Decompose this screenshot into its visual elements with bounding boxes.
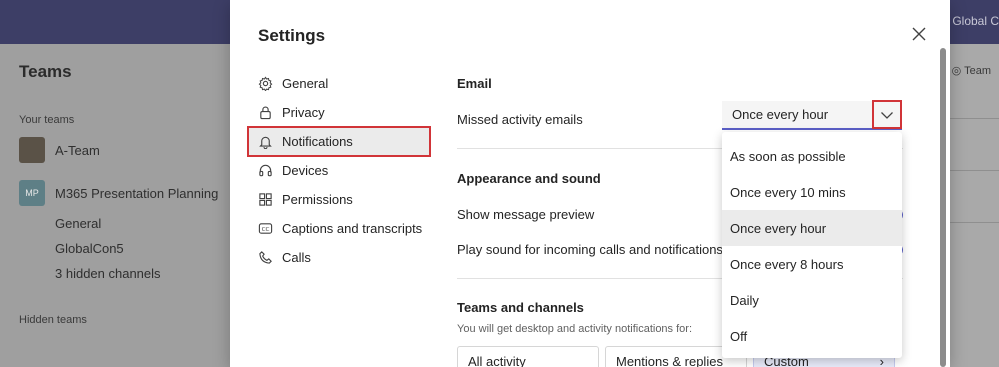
divider: [950, 222, 999, 223]
channel-item[interactable]: General: [55, 216, 101, 231]
missed-activity-label: Missed activity emails: [457, 112, 583, 127]
cc-icon: CC: [258, 221, 273, 236]
play-sound-label: Play sound for incoming calls and notifi…: [457, 242, 723, 257]
scrollbar[interactable]: [940, 48, 946, 367]
chevron-down-icon[interactable]: [872, 100, 902, 129]
headset-icon: [258, 163, 273, 178]
sidebar-title: Teams: [19, 62, 72, 81]
dropdown-option[interactable]: Off: [722, 318, 902, 354]
team-item-m365[interactable]: MP M365 Presentation Planning: [19, 180, 218, 206]
nav-label: Devices: [282, 163, 329, 178]
eye-icon: ◎: [951, 65, 965, 77]
message-preview-label: Show message preview: [457, 207, 595, 222]
nav-item-notifications[interactable]: Notifications: [247, 126, 431, 157]
missed-activity-select[interactable]: Once every hour: [722, 100, 902, 130]
dialog-title: Settings: [258, 26, 326, 45]
nav-label: Privacy: [282, 105, 325, 120]
nav-label: General: [282, 76, 329, 91]
gear-icon: [258, 76, 273, 91]
divider: [950, 118, 999, 119]
appearance-heading: Appearance and sound: [457, 171, 601, 186]
phone-icon: [258, 250, 273, 265]
select-value: Once every hour: [732, 107, 829, 122]
dropdown-option[interactable]: Once every 10 mins: [722, 174, 902, 210]
lock-icon: [258, 105, 273, 120]
channel-item[interactable]: 3 hidden channels: [55, 266, 161, 281]
teams-sidebar: Teams Your teams A-Team MP M365 Presenta…: [0, 44, 230, 367]
email-heading: Email: [457, 76, 492, 91]
teams-channels-note: You will get desktop and activity notifi…: [457, 323, 693, 335]
nav-label: Captions and transcripts: [282, 221, 423, 236]
svg-text:CC: CC: [262, 227, 270, 233]
nav-item-permissions[interactable]: Permissions: [248, 185, 430, 214]
dropdown-option[interactable]: As soon as possible: [722, 138, 902, 174]
team-header-label: ◎ Team: [951, 65, 991, 77]
nav-item-general[interactable]: General: [248, 69, 430, 98]
nav-label: Notifications: [282, 134, 353, 149]
nav-item-privacy[interactable]: Privacy: [248, 98, 430, 127]
nav-label: Permissions: [282, 192, 353, 207]
team-avatar: MP: [19, 180, 45, 206]
all-activity-option[interactable]: All activity: [457, 346, 599, 367]
hidden-teams-label: Hidden teams: [19, 314, 87, 326]
teams-channels-heading: Teams and channels: [457, 300, 584, 315]
channel-item[interactable]: GlobalCon5: [55, 241, 124, 256]
your-teams-label: Your teams: [19, 114, 75, 126]
nav-item-captions[interactable]: CC Captions and transcripts: [248, 214, 430, 243]
divider: [950, 170, 999, 171]
team-avatar: [19, 137, 45, 163]
nav-item-devices[interactable]: Devices: [248, 156, 430, 185]
nav-label: Calls: [282, 250, 311, 265]
close-icon[interactable]: [909, 24, 929, 44]
team-item-a-team[interactable]: A-Team: [19, 137, 100, 163]
dropdown-option[interactable]: Daily: [722, 282, 902, 318]
bell-icon: [258, 134, 273, 149]
nav-item-calls[interactable]: Calls: [248, 243, 430, 272]
frequency-dropdown: As soon as possible Once every 10 mins O…: [722, 132, 902, 358]
dropdown-option-selected[interactable]: Once every hour: [722, 210, 902, 246]
dropdown-option[interactable]: Once every 8 hours: [722, 246, 902, 282]
settings-nav: General Privacy Notifications Devices Pe…: [247, 69, 431, 272]
apps-icon: [258, 192, 273, 207]
